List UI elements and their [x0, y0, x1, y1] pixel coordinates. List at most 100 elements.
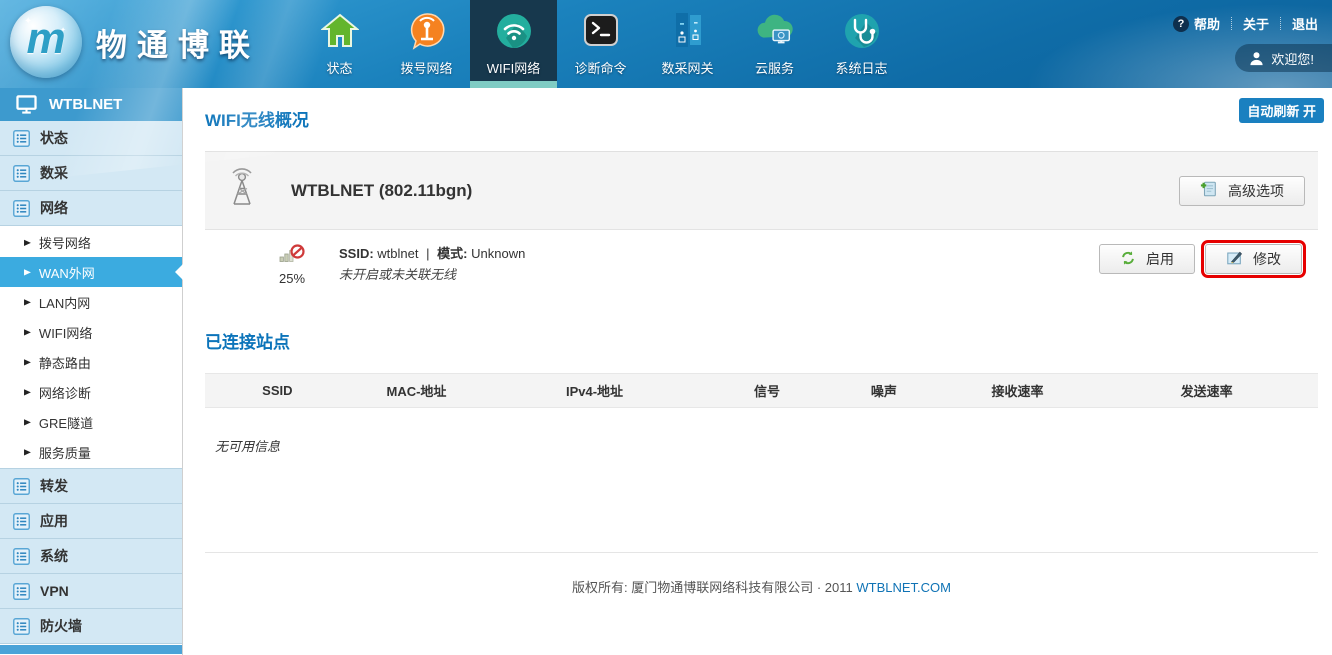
wifi-status-text: 未开启或未关联无线 [339, 264, 525, 285]
nav-item-syslog[interactable]: 系统日志 [818, 0, 905, 88]
monitor-icon [16, 95, 37, 114]
sidebar-item-firewall[interactable]: 防火墙 [0, 609, 182, 644]
advanced-options-button[interactable]: 高级选项 [1179, 176, 1305, 206]
page-title-row: WIFI无线概况 自动刷新 开 [184, 88, 1332, 131]
list-icon [13, 130, 30, 147]
column-tx-rate: 发送速率 [1095, 374, 1318, 408]
page-footer: 版权所有: 厦门物通博联网络科技有限公司 · 2011 WTBLNET.COM [205, 552, 1318, 596]
top-header: m✦✦ 物通博联 状态 拨号网络 WIFI网络 [0, 0, 1332, 88]
sidebar-item-label: 网络 [40, 198, 68, 218]
sidebar-subitem-diagnostics[interactable]: ▶ 网络诊断 [0, 377, 182, 407]
caret-right-icon: ▶ [24, 327, 31, 337]
nav-item-label: 拨号网络 [400, 58, 452, 77]
list-icon [13, 548, 30, 565]
sidebar-subitem-static-route[interactable]: ▶ 静态路由 [0, 347, 182, 377]
refresh-icon [1120, 250, 1136, 269]
sidebar-subitem-label: 网络诊断 [39, 383, 91, 402]
antenna-icon [223, 168, 261, 213]
sidebar-item-applications[interactable]: 应用 [0, 504, 182, 539]
nav-item-label: 系统日志 [835, 58, 887, 77]
nav-item-label: WIFI网络 [487, 58, 540, 77]
auto-refresh-toggle[interactable]: 自动刷新 开 [1239, 98, 1324, 123]
brand-logo: m✦✦ 物通博联 [10, 6, 260, 78]
sidebar-item-system[interactable]: 系统 [0, 539, 182, 574]
sidebar-item-label: 应用 [40, 511, 68, 531]
nav-item-dialup[interactable]: 拨号网络 [383, 0, 470, 88]
column-rx-rate: 接收速率 [940, 374, 1096, 408]
divider [1231, 17, 1232, 30]
column-mac: MAC-地址 [350, 374, 484, 408]
sidebar-subitem-gre-tunnel[interactable]: ▶ GRE隧道 [0, 407, 182, 437]
modify-button[interactable]: 修改 [1205, 244, 1302, 274]
sidebar-subitem-dialup[interactable]: ▶ 拨号网络 [0, 227, 182, 257]
connected-stations-title: 已连接站点 [205, 328, 1318, 353]
sidebar-subitem-lan[interactable]: ▶ LAN内网 [0, 287, 182, 317]
sidebar-subitem-wifi[interactable]: ▶ WIFI网络 [0, 317, 182, 347]
sidebar-subitem-label: WIFI网络 [39, 323, 92, 342]
broadcast-icon [406, 10, 448, 52]
caret-right-icon: ▶ [24, 267, 31, 277]
mode-value: Unknown [471, 246, 525, 261]
sidebar-item-network[interactable]: 网络 [0, 191, 182, 226]
signal-percent: 25% [271, 271, 313, 286]
sidebar-network-subgroup: ▶ 拨号网络 ▶ WAN外网 ▶ LAN内网 ▶ WIFI网络 ▶ 静态路由 ▶… [0, 226, 182, 469]
sidebar-device-header[interactable]: WTBLNET [0, 88, 182, 121]
wifi-icon [493, 10, 535, 52]
column-signal: 信号 [706, 374, 828, 408]
sidebar-item-status[interactable]: 状态 [0, 121, 182, 156]
sidebar-item-vpn[interactable]: VPN [0, 574, 182, 609]
separator: | [426, 246, 429, 261]
sidebar-item-label: 防火墙 [40, 616, 82, 636]
list-icon [13, 583, 30, 600]
wifi-actions: 启用 修改 [1099, 244, 1302, 274]
advanced-options-label: 高级选项 [1228, 181, 1284, 201]
copyright-text: 版权所有: 厦门物通博联网络科技有限公司 · 2011 [572, 580, 853, 595]
wifi-network-title: WTBLNET (802.11bgn) [291, 181, 472, 201]
modify-label: 修改 [1253, 249, 1281, 269]
sidebar-subitem-qos[interactable]: ▶ 服务质量 [0, 437, 182, 467]
sidebar-subitem-label: LAN内网 [39, 293, 90, 312]
page-title: WIFI无线概况 [205, 106, 1318, 131]
terminal-icon [580, 10, 622, 52]
sidebar-subitem-label: 静态路由 [39, 353, 91, 372]
sidebar-item-forwarding[interactable]: 转发 [0, 469, 182, 504]
signal-block: 25% [271, 244, 313, 286]
device-name: WTBLNET [49, 96, 122, 113]
list-icon [13, 478, 30, 495]
top-nav: 状态 拨号网络 WIFI网络 诊断命令 [296, 0, 905, 88]
nav-item-wifi[interactable]: WIFI网络 [470, 0, 557, 88]
ssid-line: SSID: wtblnet | 模式: Unknown [339, 244, 525, 264]
nav-item-label: 诊断命令 [574, 58, 626, 77]
sidebar-item-label: 转发 [40, 476, 68, 496]
help-link[interactable]: 帮助 [1194, 14, 1220, 33]
help-icon: ? [1173, 16, 1189, 32]
sidebar-item-label: VPN [40, 583, 69, 599]
list-icon [13, 200, 30, 217]
sidebar-subitem-label: GRE隧道 [39, 413, 93, 432]
column-ipv4: IPv4-地址 [483, 374, 706, 408]
welcome-text: 欢迎您! [1271, 49, 1314, 68]
wifi-panel-header: WTBLNET (802.11bgn) 高级选项 [205, 151, 1318, 229]
nav-item-status[interactable]: 状态 [296, 0, 383, 88]
caret-right-icon: ▶ [24, 297, 31, 307]
sidebar-subitem-wan[interactable]: ▶ WAN外网 [0, 257, 182, 287]
enable-button[interactable]: 启用 [1099, 244, 1195, 274]
header-links: ? 帮助 关于 退出 [1173, 14, 1318, 33]
sidebar-item-data-collection[interactable]: 数采 [0, 156, 182, 191]
nav-item-label: 状态 [326, 58, 352, 77]
router-admin-page: m✦✦ 物通博联 状态 拨号网络 WIFI网络 [0, 0, 1332, 655]
edit-icon [1226, 249, 1243, 269]
nav-item-cloud[interactable]: 云服务 [731, 0, 818, 88]
logout-link[interactable]: 退出 [1292, 14, 1318, 33]
ssid-value: wtblnet [377, 246, 418, 261]
nav-item-diagnostics[interactable]: 诊断命令 [557, 0, 644, 88]
about-link[interactable]: 关于 [1243, 14, 1269, 33]
column-noise: 噪声 [828, 374, 939, 408]
nav-item-label: 数采网关 [661, 58, 713, 77]
brand-logo-icon: m✦✦ [10, 6, 82, 78]
caret-right-icon: ▶ [24, 237, 31, 247]
user-icon [1249, 51, 1264, 66]
nav-item-gateway[interactable]: 数采网关 [644, 0, 731, 88]
welcome-badge[interactable]: 欢迎您! [1235, 44, 1332, 72]
footer-link[interactable]: WTBLNET.COM [856, 580, 951, 595]
